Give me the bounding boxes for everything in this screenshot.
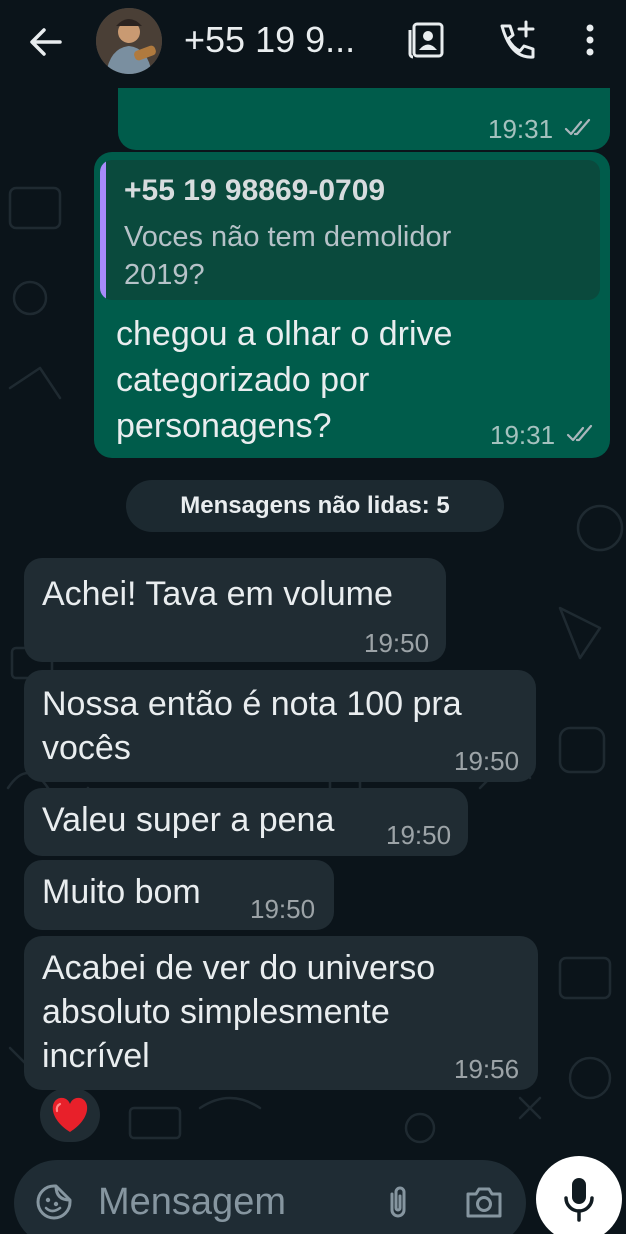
message-text-line: categorizado por <box>116 361 370 399</box>
message-text-line: Achei! Tava em volume <box>42 575 393 613</box>
back-arrow-icon[interactable] <box>24 20 68 64</box>
attach-icon[interactable] <box>376 1180 420 1224</box>
message-bubble-incoming[interactable]: Valeu super a pena 19:50 <box>24 788 468 856</box>
message-composer[interactable]: Mensagem <box>14 1160 526 1234</box>
message-time: 19:50 <box>364 628 430 658</box>
mic-icon <box>564 1178 594 1222</box>
message-time: 19:31 <box>490 420 556 450</box>
camera-icon[interactable] <box>462 1180 506 1224</box>
quoted-text-line: Voces não tem demolidor <box>124 221 452 253</box>
message-text-line: chegou a olhar o drive <box>116 315 453 353</box>
unread-messages-divider: Mensagens não lidas: 5 <box>126 480 504 532</box>
quoted-message[interactable]: +55 19 98869-0709 Voces não tem demolido… <box>100 160 600 300</box>
message-text-line: personagens? <box>116 407 332 445</box>
mic-button[interactable] <box>536 1156 622 1234</box>
chat-screen: +55 19 9... 19:31 +55 19 98869-0709 Voce… <box>0 0 626 1234</box>
heart-reaction-icon <box>52 1097 88 1132</box>
message-text-line: Nossa então é nota 100 pra <box>42 685 462 723</box>
contact-card-icon[interactable] <box>406 18 450 62</box>
message-text-line: Valeu super a pena <box>42 801 335 839</box>
message-time: 19:50 <box>250 894 316 924</box>
quote-accent-bar <box>100 160 106 300</box>
message-time: 19:50 <box>386 820 452 850</box>
message-reaction[interactable] <box>40 1088 100 1142</box>
message-text-line: Acabei de ver do universo <box>42 949 436 987</box>
message-bubble-incoming[interactable]: Acabei de ver do universo absoluto simpl… <box>24 936 538 1090</box>
more-vert-icon[interactable] <box>570 18 610 62</box>
message-time: 19:31 <box>488 114 554 144</box>
message-input[interactable]: Mensagem <box>98 1180 286 1224</box>
chat-header: +55 19 9... <box>0 0 626 88</box>
quoted-text-line: 2019? <box>124 259 205 291</box>
avatar[interactable] <box>96 8 162 74</box>
message-time: 19:50 <box>454 746 520 776</box>
sticker-icon[interactable] <box>32 1180 76 1224</box>
message-bubble-incoming[interactable]: Muito bom 19:50 <box>24 860 334 930</box>
message-text-line: absoluto simplesmente <box>42 993 390 1031</box>
message-bubble-incoming[interactable]: Nossa então é nota 100 pra vocês 19:50 <box>24 670 536 782</box>
double-check-icon <box>566 424 593 442</box>
message-text-line: incrível <box>42 1037 150 1075</box>
double-check-icon <box>564 118 591 136</box>
message-text-line: vocês <box>42 729 131 767</box>
quoted-author: +55 19 98869-0709 <box>124 174 386 207</box>
message-text-line: Muito bom <box>42 873 201 911</box>
message-time: 19:56 <box>454 1054 520 1084</box>
message-bubble-incoming[interactable]: Achei! Tava em volume 19:50 <box>24 558 446 662</box>
add-call-icon[interactable] <box>494 18 538 62</box>
contact-name[interactable]: +55 19 9... <box>184 20 384 60</box>
